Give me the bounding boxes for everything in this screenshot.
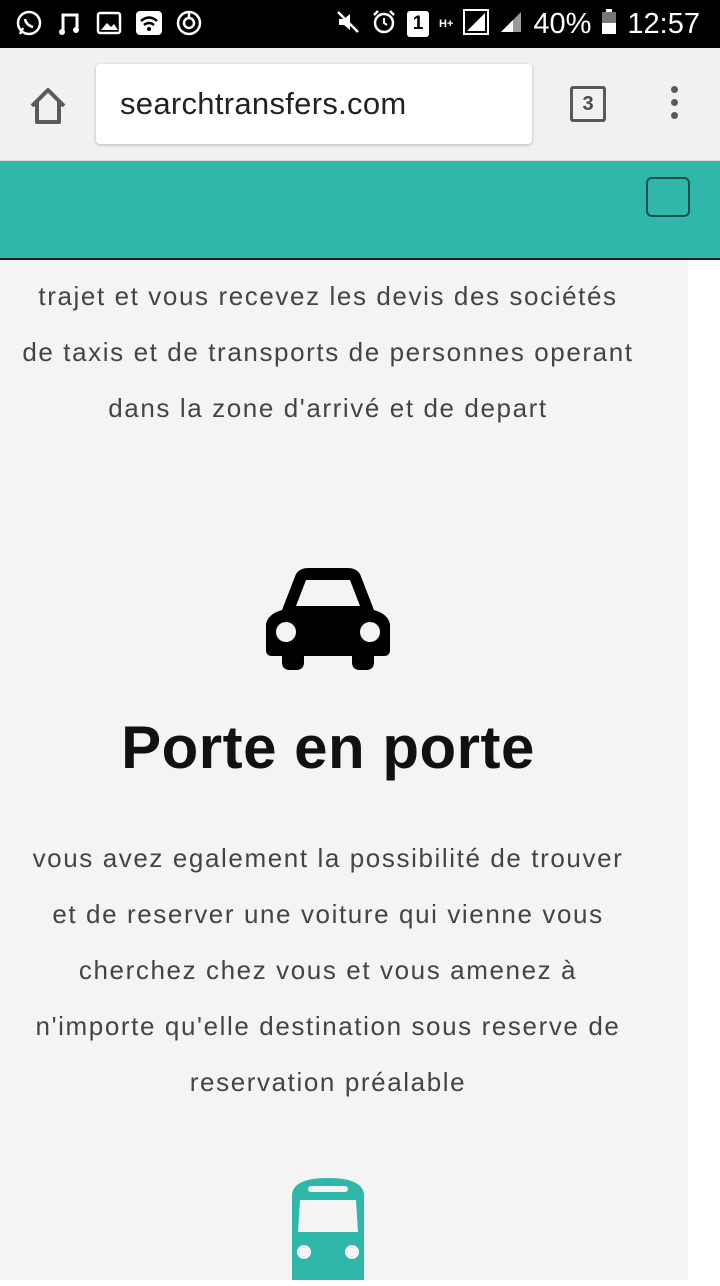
network-type: H+ [439, 17, 454, 30]
home-icon [30, 88, 66, 124]
battery-icon [601, 8, 617, 40]
site-header [0, 161, 720, 260]
intro-paragraph: trajet et vous recevez les devis des soc… [22, 281, 634, 423]
whatsapp-icon [14, 8, 44, 38]
menu-dot [670, 112, 678, 119]
gallery-icon [94, 8, 124, 38]
mute-icon [335, 9, 361, 40]
menu-dot [670, 86, 678, 93]
wifi-icon [134, 8, 164, 38]
clock: 12:57 [627, 8, 700, 40]
sync-icon [174, 8, 204, 38]
signal-icon [463, 8, 490, 40]
url-text: searchtransfers.com [120, 86, 407, 121]
car-icon [266, 568, 390, 670]
page-content: trajet et vous recevez les devis des soc… [0, 260, 688, 1280]
nav-menu-toggle[interactable] [646, 177, 690, 217]
section-paragraph: vous avez egalement la possibilité de tr… [32, 843, 624, 1097]
system-icons: 1 H+ 40% 12:57 [335, 6, 700, 42]
signal-icon-2 [499, 10, 523, 39]
battery-percent: 40% [533, 8, 592, 40]
address-bar[interactable]: searchtransfers.com [96, 64, 532, 144]
alarm-icon [371, 9, 397, 40]
browser-toolbar: searchtransfers.com 3 [0, 48, 720, 161]
tab-switcher-button[interactable]: 3 [570, 86, 606, 122]
status-bar: 1 H+ 40% 12:57 [0, 0, 720, 48]
menu-dot [670, 99, 678, 106]
notification-icons [14, 8, 204, 38]
section-title: Porte en porte [121, 714, 535, 781]
home-button[interactable] [26, 84, 70, 128]
bus-icon [292, 1178, 364, 1280]
overflow-menu-button[interactable] [664, 86, 684, 122]
sim-icon: 1 [407, 11, 429, 37]
music-icon [54, 8, 84, 38]
